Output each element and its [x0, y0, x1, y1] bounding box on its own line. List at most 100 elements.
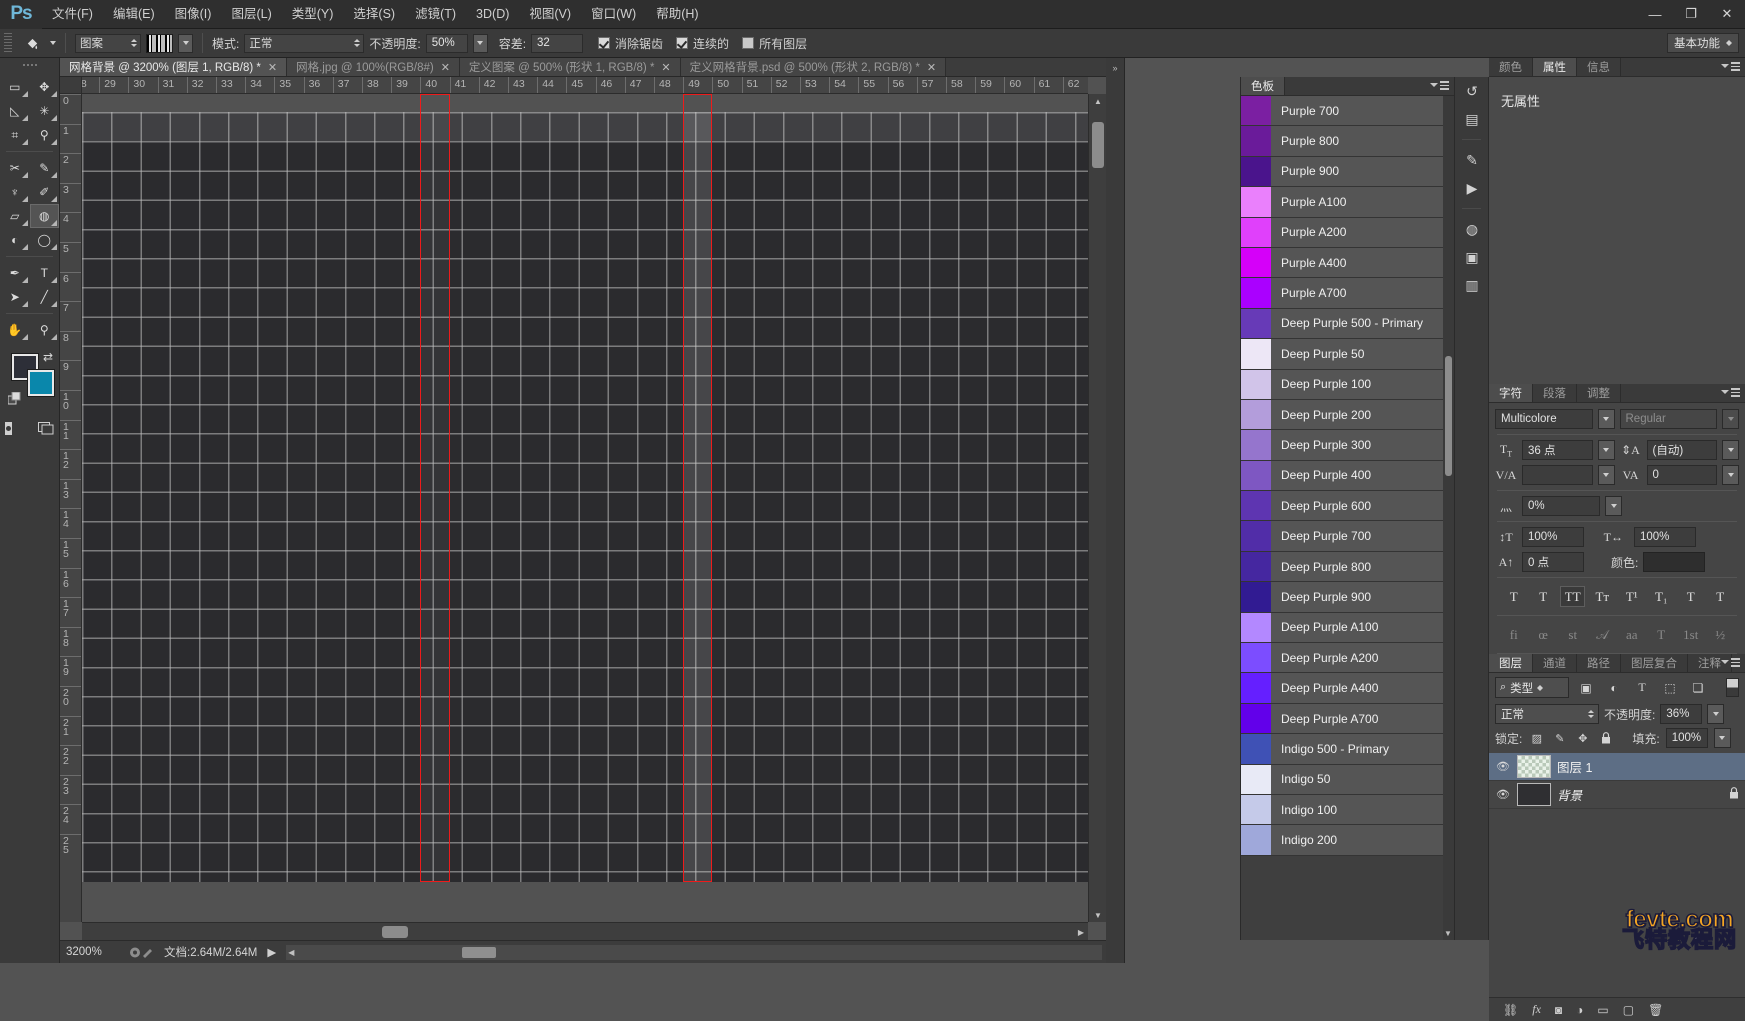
menu-window[interactable]: 窗口(W) [581, 0, 646, 29]
line-tool[interactable]: ╱ [30, 285, 60, 309]
background-color-swatch[interactable] [28, 370, 54, 396]
subscript-button[interactable]: T₁ [1649, 586, 1674, 607]
swatch-row[interactable]: Deep Purple 900 [1241, 582, 1443, 612]
swatch-color-chip[interactable] [1241, 795, 1271, 824]
swatch-row[interactable]: Purple 900 [1241, 157, 1443, 187]
swatch-color-chip[interactable] [1241, 278, 1271, 307]
layer-filter-spinner-icon[interactable] [1537, 685, 1543, 691]
proxy-icon[interactable] [128, 946, 154, 959]
swatch-row[interactable]: Purple A400 [1241, 248, 1443, 278]
hand-tool[interactable]: ✋ [0, 318, 30, 342]
minimize-button[interactable]: — [1637, 0, 1673, 29]
quick-mask-icon[interactable] [0, 416, 26, 440]
horizontal-scroll-thumb[interactable] [382, 926, 408, 938]
vertical-scroll-thumb[interactable] [1092, 122, 1104, 168]
tab-swatches[interactable]: 色板 [1241, 77, 1285, 95]
baseline-shift-input[interactable]: 0 点 [1522, 552, 1584, 572]
libraries-icon[interactable]: ▣ [1455, 243, 1489, 271]
vertical-ruler[interactable]: 0123456789101112131415161718192021222324… [60, 94, 82, 922]
paint-bucket-tool[interactable]: ◍ [30, 204, 60, 228]
all-layers-checkbox[interactable] [742, 37, 754, 49]
swatch-color-chip[interactable] [1241, 430, 1271, 459]
zoom-tool[interactable]: ⚲ [30, 318, 60, 342]
scroll-down-arrow-icon[interactable]: ▼ [1089, 908, 1106, 922]
tool-preset-chevron-icon[interactable] [50, 41, 56, 45]
dock-expand-icon[interactable]: » [1106, 58, 1124, 73]
scroll-up-arrow-icon[interactable]: ▲ [1089, 94, 1106, 108]
swatch-color-chip[interactable] [1241, 218, 1271, 247]
contiguous-checkbox-group[interactable]: 连续的 [676, 35, 729, 52]
lasso-tool[interactable]: ◺ [0, 99, 30, 123]
lock-image-icon[interactable]: ✎ [1551, 730, 1568, 747]
layer-blend-mode-select[interactable]: 正常 [1495, 704, 1599, 724]
paint-bucket-icon[interactable] [19, 32, 45, 54]
adjustment-layer-icon[interactable]: ◑ [1576, 1003, 1583, 1017]
layer-opacity-input[interactable]: 36% [1660, 704, 1702, 724]
swatch-row[interactable]: Purple A100 [1241, 187, 1443, 217]
actions-icon[interactable]: ▤ [1455, 105, 1489, 133]
all-caps-button[interactable]: TT [1560, 586, 1585, 607]
menu-3d[interactable]: 3D(D) [466, 0, 519, 29]
filter-smart-icon[interactable]: ❏ [1687, 677, 1709, 698]
default-colors-icon[interactable] [8, 392, 21, 408]
tab-channels[interactable]: 通道 [1533, 654, 1577, 672]
status-scroll-left-arrow-icon[interactable]: ◀ [288, 948, 294, 957]
swatch-color-chip[interactable] [1241, 613, 1271, 642]
swatch-color-chip[interactable] [1241, 157, 1271, 186]
swatch-color-chip[interactable] [1241, 765, 1271, 794]
small-caps-button[interactable]: Tᴛ [1590, 586, 1615, 607]
canvas-vertical-scrollbar[interactable]: ▲ ▼ [1088, 94, 1106, 922]
font-size-chevron-icon[interactable] [1598, 440, 1615, 460]
tracking-chevron-icon[interactable] [1722, 465, 1739, 485]
swatch-row[interactable]: Deep Purple 400 [1241, 461, 1443, 491]
link-layers-icon[interactable]: ⛓ [1503, 1003, 1518, 1017]
restore-button[interactable]: ❐ [1673, 0, 1709, 29]
menu-image[interactable]: 图像(I) [165, 0, 222, 29]
marquee-tool[interactable]: ▭ [0, 75, 30, 99]
swatches-scroll-thumb[interactable] [1445, 356, 1452, 476]
discretionary-ligatures-button[interactable]: st [1560, 624, 1585, 645]
path-selection-tool[interactable]: ➤ [0, 285, 30, 309]
swatch-color-chip[interactable] [1241, 339, 1271, 368]
filter-shape-icon[interactable]: ⬚ [1659, 677, 1681, 698]
tolerance-input[interactable]: 32 [531, 34, 583, 53]
ruler-corner[interactable] [60, 77, 82, 94]
font-style-input[interactable]: Regular [1620, 409, 1718, 429]
swatch-row[interactable]: Deep Purple 800 [1241, 552, 1443, 582]
type-tool[interactable]: T [30, 261, 60, 285]
canvas-horizontal-scrollbar[interactable]: ▶ [82, 922, 1088, 940]
swatch-row[interactable]: Indigo 50 [1241, 765, 1443, 795]
fill-source-select[interactable]: 图案 [75, 34, 141, 53]
strikethrough-button[interactable]: T [1708, 586, 1733, 607]
layer-opacity-chevron-icon[interactable] [1707, 704, 1724, 724]
history-icon[interactable]: ↺ [1455, 77, 1489, 105]
document-canvas[interactable] [82, 112, 1088, 882]
leading-chevron-icon[interactable] [1722, 440, 1739, 460]
healing-brush-tool[interactable]: ✂ [0, 156, 30, 180]
vertical-scale-input[interactable]: 100% [1522, 527, 1584, 547]
timeline-icon[interactable]: ▥ [1455, 271, 1489, 299]
layer-style-icon[interactable]: fx [1532, 1002, 1541, 1017]
swatch-color-chip[interactable] [1241, 582, 1271, 611]
menu-file[interactable]: 文件(F) [42, 0, 103, 29]
pattern-picker-chevron-icon[interactable] [178, 34, 193, 53]
layer-thumbnail[interactable] [1517, 755, 1551, 778]
collapsed-dock-left[interactable]: » [1106, 58, 1125, 963]
layer-fill-input[interactable]: 100% [1666, 728, 1708, 748]
menu-help[interactable]: 帮助(H) [646, 0, 708, 29]
standard-ligatures-button[interactable]: fi [1501, 624, 1526, 645]
tab-adjustments[interactable]: 调整 [1577, 384, 1621, 402]
opacity-chevron-icon[interactable] [473, 34, 488, 53]
font-family-input[interactable]: Multicolore [1495, 409, 1593, 429]
clone-stamp-tool[interactable]: ♆ [0, 180, 30, 204]
font-size-input[interactable]: 36 点 [1522, 440, 1593, 460]
antialias-checkbox-group[interactable]: 消除锯齿 [598, 35, 663, 52]
swatch-color-chip[interactable] [1241, 461, 1271, 490]
swatch-row[interactable]: Purple A200 [1241, 218, 1443, 248]
font-style-chevron-icon[interactable] [1722, 409, 1739, 429]
titling-alternates-button[interactable]: T [1649, 624, 1674, 645]
swatch-color-chip[interactable] [1241, 491, 1271, 520]
options-bar-grip[interactable] [4, 33, 12, 53]
horizontal-scale-input[interactable]: 100% [1634, 527, 1696, 547]
swatches-scrollbar[interactable]: ▼ [1443, 96, 1454, 940]
